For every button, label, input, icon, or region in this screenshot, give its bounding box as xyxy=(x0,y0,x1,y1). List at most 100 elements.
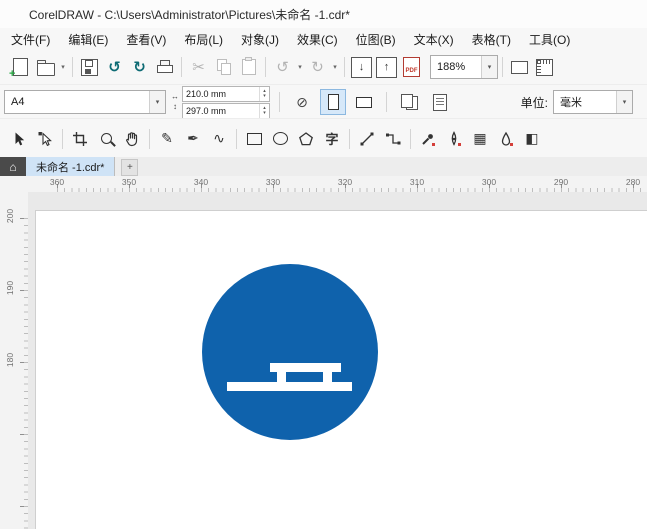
new-tab-button[interactable]: + xyxy=(121,159,139,176)
units-label: 单位: xyxy=(520,95,548,110)
page-dimensions-group: ↔ ↕ 210.0 mm ▴ ▾ 297.0 mm ▴ ▾ xyxy=(171,85,270,119)
drawing-canvas[interactable] xyxy=(28,192,647,529)
publish-pdf-button[interactable]: PDF xyxy=(399,54,424,80)
open-from-cloud-button[interactable]: ↻ xyxy=(127,54,152,80)
page-size-dropdown[interactable]: ▾ xyxy=(149,91,165,113)
interactive-fill-tool[interactable]: ◧ xyxy=(519,126,545,152)
rectangle-tool[interactable] xyxy=(241,126,267,152)
toolbar-separator xyxy=(344,57,345,77)
copy-button[interactable] xyxy=(211,54,236,80)
undo-icon: ↺ xyxy=(276,58,289,76)
menu-layout[interactable]: 布局(L) xyxy=(175,28,232,51)
crop-tool[interactable] xyxy=(67,126,93,152)
h-ruler-number: 280 xyxy=(625,177,641,187)
portrait-button[interactable] xyxy=(320,89,346,115)
cut-button[interactable]: ✂ xyxy=(186,54,211,80)
page-height-spinner[interactable]: ▴ ▾ xyxy=(259,103,269,118)
zoom-level-value: 188% xyxy=(437,61,466,73)
half-fill-icon: ◧ xyxy=(525,130,539,146)
smart-fill-tool[interactable] xyxy=(493,126,519,152)
menu-bitmaps[interactable]: 位图(B) xyxy=(347,28,405,51)
document-tab-active[interactable]: 未命名 -1.cdr* xyxy=(26,157,116,176)
zoom-level-combobox[interactable]: 188% ▾ xyxy=(430,55,498,79)
horizontal-ruler[interactable]: 360 350 340 330 320 310 300 290 280 xyxy=(28,176,647,193)
eyedropper-tool[interactable] xyxy=(415,126,441,152)
outline-pen-tool[interactable] xyxy=(441,126,467,152)
print-button[interactable] xyxy=(152,54,177,80)
polygon-icon xyxy=(299,131,313,145)
window-title: CorelDRAW - C:\Users\Administrator\Pictu… xyxy=(29,7,350,22)
units-value: 毫米 xyxy=(560,97,582,109)
text-tool[interactable]: 字 xyxy=(319,126,345,152)
undo-button[interactable]: ↺ xyxy=(270,54,295,80)
open-button[interactable] xyxy=(33,54,58,80)
units-combobox[interactable]: 毫米 ▾ xyxy=(553,90,633,114)
ellipse-icon xyxy=(272,132,288,145)
menu-file[interactable]: 文件(F) xyxy=(2,28,59,51)
page-width-spinner[interactable]: ▴ ▾ xyxy=(259,86,269,101)
h-ruler-number: 320 xyxy=(337,177,353,187)
pencil-icon: ✎ xyxy=(161,130,173,146)
artistic-media-tool[interactable]: ∿ xyxy=(206,126,232,152)
import-button[interactable]: ↓ xyxy=(349,54,374,80)
toolbox-separator xyxy=(62,128,63,149)
welcome-home-button[interactable]: ⌂ xyxy=(0,157,26,176)
redo-button[interactable]: ↻ xyxy=(305,54,330,80)
paste-button[interactable] xyxy=(236,54,261,80)
ruler-origin-corner[interactable] xyxy=(0,176,29,193)
menu-text[interactable]: 文本(X) xyxy=(405,28,463,51)
current-page-button[interactable] xyxy=(427,89,453,115)
menu-effects[interactable]: 效果(C) xyxy=(288,28,347,51)
new-document-icon: + xyxy=(9,58,28,80)
paste-icon xyxy=(241,57,256,75)
freehand-tool[interactable]: ✎ xyxy=(154,126,180,152)
landscape-button[interactable] xyxy=(351,89,377,115)
save-button[interactable] xyxy=(77,54,102,80)
shape-tool[interactable] xyxy=(32,126,58,152)
menu-object[interactable]: 对象(J) xyxy=(232,28,288,51)
menu-view[interactable]: 查看(V) xyxy=(117,28,175,51)
portrait-icon xyxy=(327,94,339,110)
vertical-ruler[interactable]: 200 190 180 xyxy=(0,192,29,529)
polygon-tool[interactable] xyxy=(293,126,319,152)
page-height-field[interactable]: 297.0 mm ▴ ▾ xyxy=(182,102,270,119)
all-pages-button[interactable] xyxy=(396,89,422,115)
export-icon: ↑ xyxy=(376,56,397,78)
height-arrow-icon: ↕ xyxy=(173,102,177,111)
menu-edit[interactable]: 编辑(E) xyxy=(59,28,117,51)
pen-icon: ✒ xyxy=(187,130,199,146)
width-arrow-icon: ↔ xyxy=(171,92,179,101)
menu-tools[interactable]: 工具(O) xyxy=(520,28,579,51)
copy-icon xyxy=(216,59,232,75)
toolbar-separator xyxy=(502,57,503,77)
toolbar-separator xyxy=(181,57,182,77)
pan-tool[interactable] xyxy=(119,126,145,152)
blue-circle-sign-object[interactable] xyxy=(202,264,378,440)
redo-dropdown[interactable]: ▾ xyxy=(330,54,340,80)
landscape-icon xyxy=(356,96,372,108)
open-dropdown[interactable]: ▾ xyxy=(58,54,68,80)
units-dropdown[interactable]: ▾ xyxy=(616,91,632,113)
dimension-tool[interactable] xyxy=(354,126,380,152)
connector-tool[interactable] xyxy=(380,126,406,152)
bezier-tool[interactable]: ✒ xyxy=(180,126,206,152)
export-button[interactable]: ↑ xyxy=(374,54,399,80)
page-size-combobox[interactable]: A4 ▾ xyxy=(4,90,166,114)
pick-tool[interactable] xyxy=(6,126,32,152)
undo-dropdown[interactable]: ▾ xyxy=(295,54,305,80)
hand-icon xyxy=(126,131,138,146)
ellipse-tool[interactable] xyxy=(267,126,293,152)
show-rulers-button[interactable] xyxy=(532,54,557,80)
menu-table[interactable]: 表格(T) xyxy=(463,28,520,51)
fullscreen-preview-button[interactable] xyxy=(507,54,532,80)
crop-icon xyxy=(73,131,87,146)
zoom-level-dropdown[interactable]: ▾ xyxy=(481,56,497,78)
page-width-field[interactable]: 210.0 mm ▴ ▾ xyxy=(182,85,270,102)
toolbox: ✎ ✒ ∿ 字 ▦ ◧ xyxy=(0,118,647,159)
zoom-tool[interactable] xyxy=(93,126,119,152)
fit-page-icon: ⊘ xyxy=(296,94,308,110)
mesh-fill-tool[interactable]: ▦ xyxy=(467,126,493,152)
save-to-cloud-button[interactable]: ↺ xyxy=(102,54,127,80)
fit-page-button[interactable]: ⊘ xyxy=(289,89,315,115)
new-document-button[interactable]: + xyxy=(8,54,33,80)
